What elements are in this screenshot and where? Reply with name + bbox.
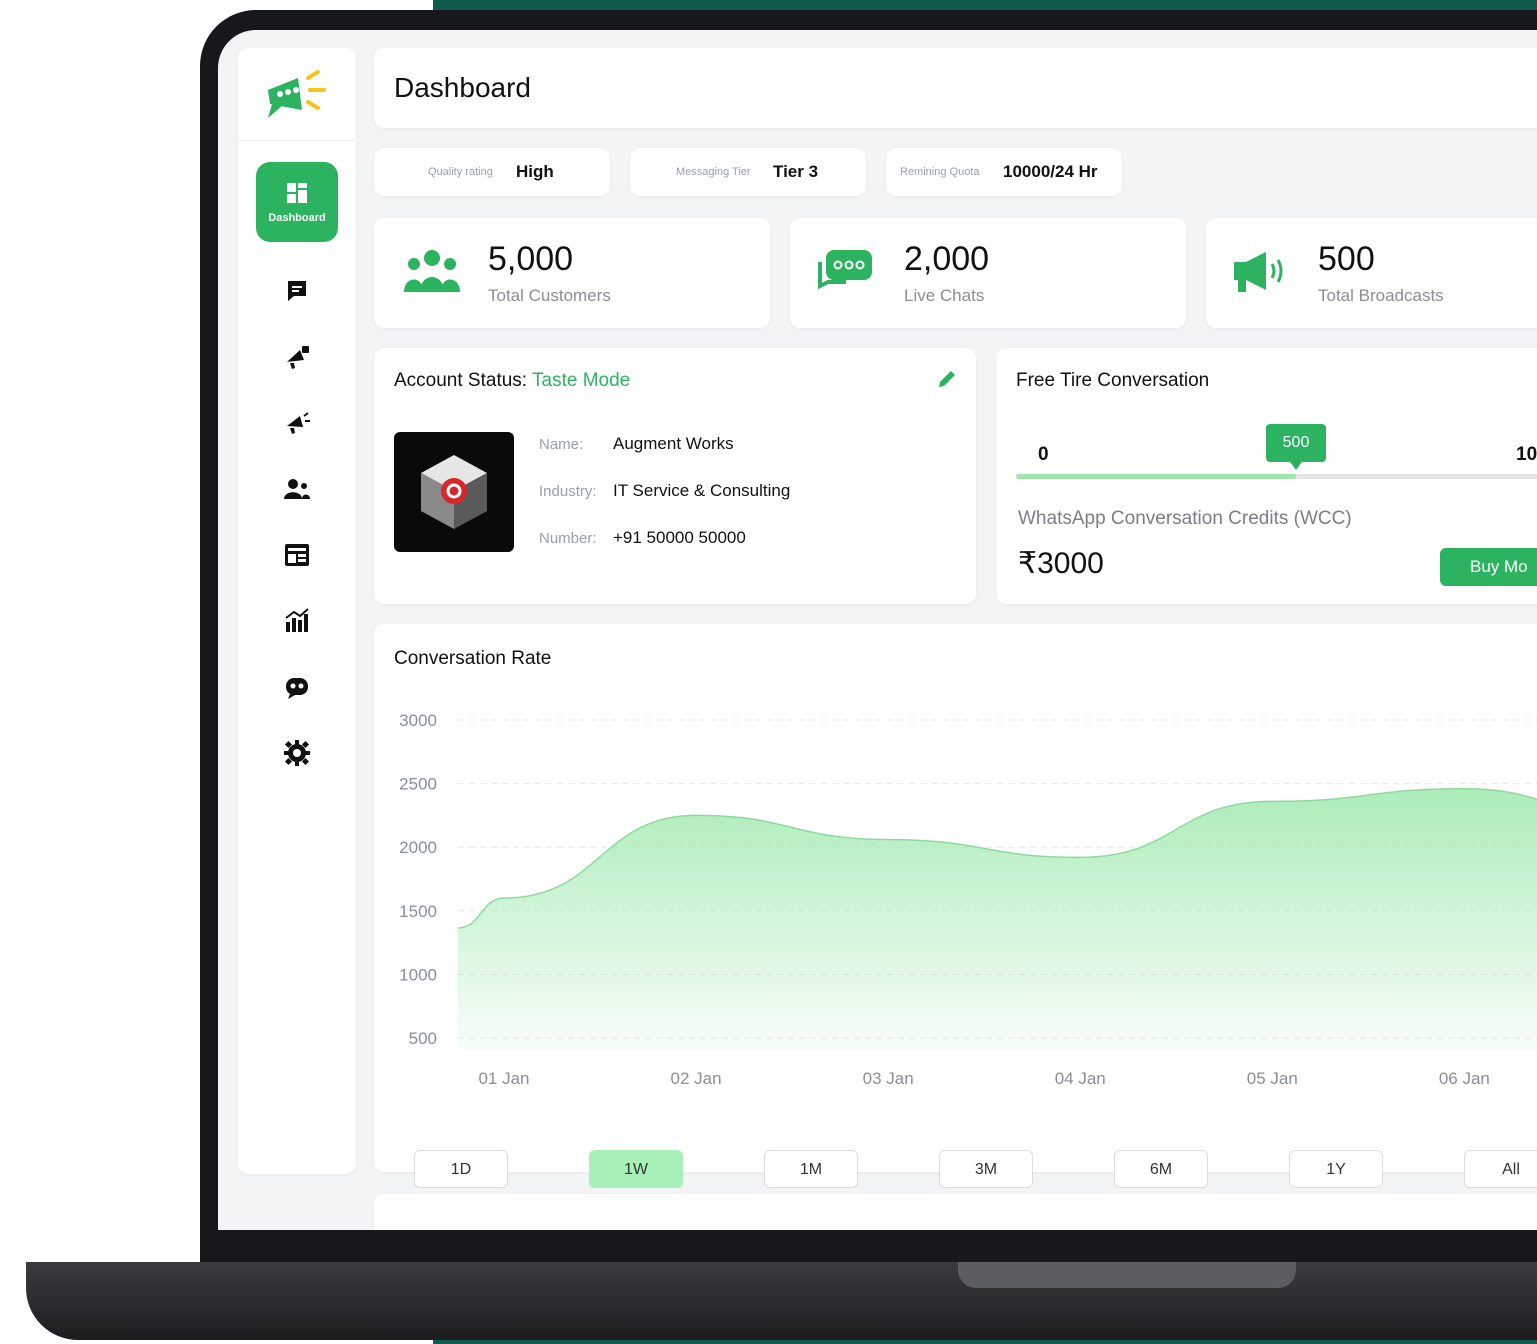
stat-value: 5,000	[488, 240, 574, 278]
slider-track[interactable]	[1016, 474, 1537, 479]
logo	[238, 48, 356, 141]
slider-value-tooltip: 500	[1266, 424, 1326, 462]
chat-icon	[288, 281, 306, 301]
templates-icon	[285, 544, 309, 566]
slider-fill	[1016, 474, 1296, 479]
settings-gear-icon	[284, 740, 310, 766]
y-tick-label: 3000	[399, 711, 437, 730]
next-card	[374, 1194, 1537, 1230]
bot-icon	[286, 678, 308, 699]
timeframe-button-1w[interactable]: 1W	[589, 1150, 683, 1188]
pill-label: Quality rating	[428, 166, 493, 178]
x-tick-label: 04 Jan	[1055, 1069, 1106, 1088]
x-tick-label: 06 Jan	[1439, 1069, 1490, 1088]
page-title: Dashboard	[394, 72, 531, 103]
pill-value: 10000/24 Hr	[1003, 162, 1098, 181]
stat-label: Live Chats	[904, 286, 985, 305]
industry-label: Industry:	[539, 483, 597, 500]
industry-value: IT Service & Consulting	[613, 481, 791, 500]
stat-label: Total Broadcasts	[1318, 286, 1444, 305]
timeframe-button-1m[interactable]: 1M	[764, 1150, 858, 1188]
x-tick-label: 02 Jan	[671, 1069, 722, 1088]
header-bar: Dashboard	[374, 48, 1537, 128]
megaphone-chat-icon	[268, 70, 326, 118]
timeframe-button-6m[interactable]: 6M	[1114, 1150, 1208, 1188]
nav-campaign[interactable]	[282, 342, 312, 372]
conversation-rate-card: Conversation Rate 3000 2500 2000 1500 1000 50…	[374, 624, 1537, 1172]
laptop-base	[26, 1262, 1537, 1340]
buy-more-button[interactable]: Buy Mo	[1440, 548, 1537, 586]
account-status-heading: Account Status: Taste Mode	[394, 370, 630, 392]
campaign-icon	[287, 346, 309, 369]
pill-label: Remining Quota	[900, 166, 980, 178]
y-tick-label: 1000	[399, 965, 437, 984]
stat-card-live-chats: 2,000 Live Chats	[790, 218, 1186, 328]
account-status-value: Taste Mode	[532, 370, 631, 391]
stat-card-customers: 5,000 Total Customers	[374, 218, 770, 328]
messaging-tier-pill: Messaging Tier Tier 3	[630, 148, 866, 196]
customers-icon	[404, 250, 460, 292]
timeframe-button-1d[interactable]: 1D	[414, 1150, 508, 1188]
nav-bot[interactable]	[282, 672, 312, 702]
laptop-notch	[958, 1262, 1296, 1288]
slider-tooltip-arrow	[1290, 462, 1302, 470]
stat-value: 2,000	[904, 240, 990, 278]
nav-dashboard[interactable]: Dashboard	[256, 162, 338, 242]
contacts-icon	[284, 479, 310, 499]
stat-card-broadcasts: 500 Total Broadcasts	[1206, 218, 1537, 328]
broadcast-icon	[287, 412, 310, 434]
edit-pencil-icon[interactable]	[936, 368, 958, 390]
number-label: Number:	[539, 530, 597, 547]
x-tick-label: 01 Jan	[478, 1069, 529, 1088]
nav-settings[interactable]	[282, 738, 312, 768]
x-tick-label: 05 Jan	[1247, 1069, 1298, 1088]
free-tier-title: Free Tire Conversation	[1016, 370, 1210, 391]
broadcast-megaphone-icon	[1234, 252, 1283, 292]
quality-rating-pill: Quality rating High	[374, 148, 610, 196]
timeframe-button-all[interactable]: All	[1464, 1150, 1537, 1188]
y-tick-label: 2500	[399, 775, 437, 794]
conversation-rate-chart: 3000 2500 2000 1500 1000 500 01 Jan 02 Jan 03 Ja…	[399, 711, 1537, 1088]
account-status-card: Account Status: Taste Mode Name: Augment…	[374, 348, 976, 604]
y-tick-label: 1500	[399, 902, 437, 921]
company-logo	[394, 432, 514, 552]
name-label: Name:	[539, 436, 584, 453]
pill-value: High	[516, 162, 554, 181]
wcc-value: ₹3000	[1018, 547, 1104, 580]
live-chat-icon	[818, 250, 872, 290]
name-value: Augment Works	[613, 434, 734, 453]
nav-chat[interactable]	[282, 276, 312, 306]
timeframe-button-1y[interactable]: 1Y	[1289, 1150, 1383, 1188]
sidebar: Dashboard	[238, 48, 356, 1174]
nav-broadcast[interactable]	[282, 408, 312, 438]
free-tier-card: Free Tire Conversation 0 10 500 WhatsApp…	[996, 348, 1537, 604]
wcc-label: WhatsApp Conversation Credits (WCC)	[1018, 508, 1352, 529]
slider-max: 10	[1516, 444, 1537, 465]
pill-value: Tier 3	[773, 162, 819, 181]
account-status-label: Account Status:	[394, 370, 528, 391]
timeframe-button-3m[interactable]: 3M	[939, 1150, 1033, 1188]
stat-label: Total Customers	[488, 286, 611, 305]
remaining-quota-pill: Remining Quota 10000/24 Hr	[886, 148, 1122, 196]
x-tick-label: 03 Jan	[863, 1069, 914, 1088]
pill-label: Messaging Tier	[676, 166, 751, 178]
app-screen: Dashboard Dashboard Quality rating High …	[218, 30, 1537, 1230]
y-tick-label: 500	[409, 1029, 437, 1048]
slider-min: 0	[1038, 444, 1049, 465]
nav-dashboard-label: Dashboard	[268, 212, 326, 224]
analytics-icon	[285, 608, 309, 632]
number-value: +91 50000 50000	[613, 528, 746, 547]
dashboard-grid-icon	[287, 183, 307, 203]
nav-contacts[interactable]	[282, 474, 312, 504]
nav-analytics[interactable]	[282, 606, 312, 636]
stat-value: 500	[1318, 240, 1375, 278]
nav-templates[interactable]	[282, 540, 312, 570]
y-tick-label: 2000	[399, 838, 437, 857]
area-series-fill	[458, 788, 1537, 1050]
company-cube-logo-icon	[421, 455, 487, 529]
